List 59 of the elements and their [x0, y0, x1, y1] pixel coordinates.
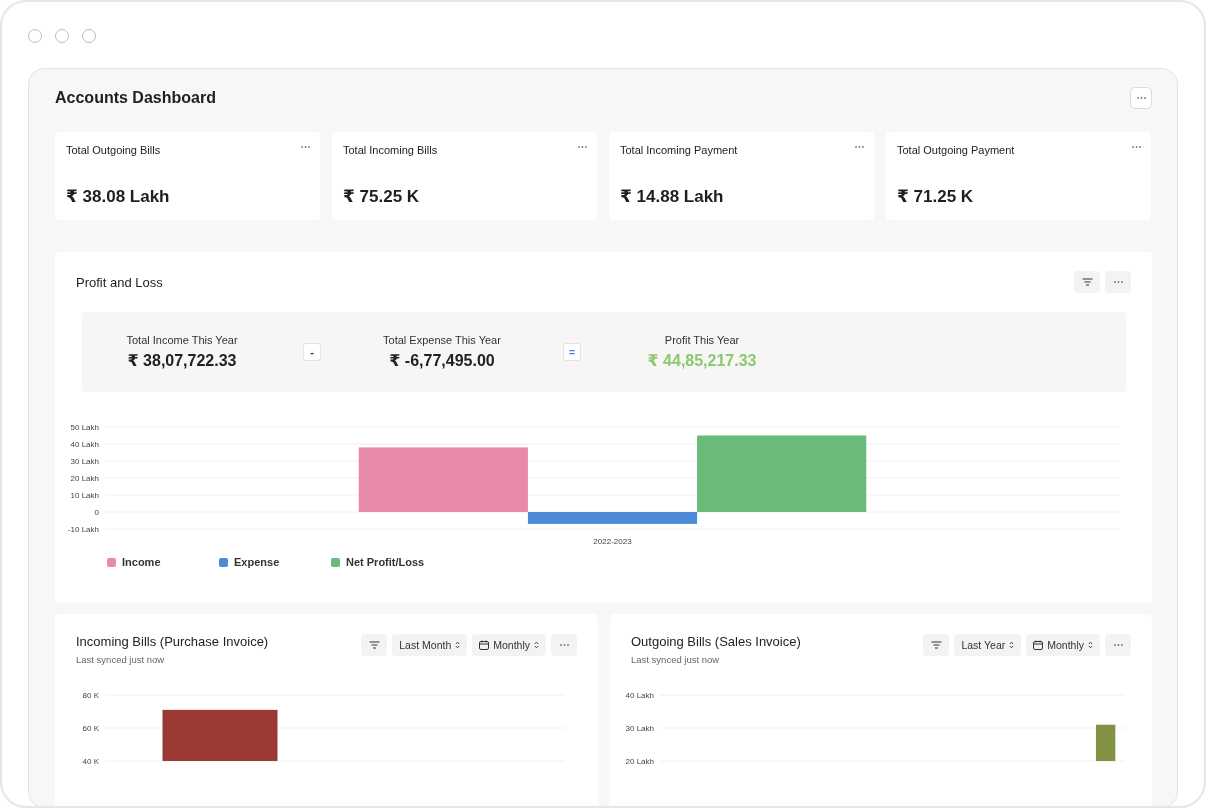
figure-value: ₹ 38,07,722.33 — [127, 351, 237, 370]
sort-icon — [1088, 641, 1093, 649]
more-button[interactable] — [855, 144, 864, 150]
filter-button[interactable] — [1074, 271, 1100, 293]
operator-sign: = — [563, 343, 581, 361]
axis-label: 50 Lakh — [70, 423, 99, 432]
legend-label: Net Profit/Loss — [346, 556, 425, 568]
figure-label: Profit This Year — [664, 334, 740, 346]
filter-icon — [368, 641, 380, 649]
sort-icon — [1009, 641, 1015, 649]
card-label: Total Incoming Bills — [343, 144, 438, 157]
calendar-icon — [479, 640, 490, 650]
section-title: Profit and Loss — [76, 274, 163, 290]
card-label: Total Outgoing Bills — [66, 144, 161, 157]
period-select[interactable]: Last Month — [392, 634, 468, 656]
sort-icon — [455, 641, 461, 649]
axis-label: 20 Lakh — [625, 757, 654, 766]
figure-value: ₹ -6,77,495.00 — [389, 351, 495, 370]
legend-label: Expense — [234, 556, 280, 568]
figure-value: ₹ 44,85,217.33 — [647, 351, 757, 370]
axis-label: 30 Lakh — [70, 457, 99, 466]
axis-label: 40 K — [82, 757, 99, 766]
filter-button[interactable] — [923, 634, 950, 656]
card-value: ₹ 75.25 K — [343, 186, 421, 207]
period-select[interactable]: Last Year — [954, 634, 1022, 656]
period-select[interactable]: Monthly — [472, 634, 546, 656]
more-button[interactable] — [301, 144, 310, 150]
axis-label: 0 — [94, 508, 99, 517]
filter-button[interactable] — [361, 634, 388, 656]
axis-label: 40 Lakh — [70, 440, 99, 449]
figure-label: Total Expense This Year — [383, 334, 501, 346]
panel-title: Incoming Bills (Purchase Invoice) — [76, 634, 269, 649]
filter-icon — [930, 641, 942, 649]
card-label: Total Outgoing Payment — [897, 144, 1015, 157]
operator-sign: - — [303, 343, 321, 361]
sync-status: Last synced just now — [631, 654, 721, 665]
more-button[interactable] — [1132, 144, 1141, 150]
axis-label: -10 Lakh — [67, 525, 99, 534]
axis-label: 40 Lakh — [625, 691, 654, 700]
sort-icon — [534, 641, 539, 649]
card-label: Total Incoming Payment — [620, 144, 738, 157]
axis-label: 2022-2023 — [593, 537, 632, 546]
filter-icon — [1081, 278, 1093, 286]
axis-label: 60 K — [82, 724, 99, 733]
card-value: ₹ 38.08 Lakh — [66, 186, 171, 207]
figure-label: Total Income This Year — [126, 334, 238, 346]
dashboard-title: Accounts Dashboard — [55, 89, 216, 107]
card-value: ₹ 14.88 Lakh — [620, 186, 725, 207]
panel-title: Outgoing Bills (Sales Invoice) — [631, 634, 801, 649]
calendar-icon — [1033, 640, 1044, 650]
axis-label: 10 Lakh — [70, 491, 99, 500]
more-button[interactable] — [578, 144, 587, 150]
axis-label: 30 Lakh — [625, 724, 654, 733]
card-value: ₹ 71.25 K — [897, 186, 975, 207]
sync-status: Last synced just now — [76, 654, 166, 665]
axis-label: 20 Lakh — [70, 474, 99, 483]
legend-label: Income — [122, 556, 161, 568]
period-select[interactable]: Monthly — [1026, 634, 1100, 656]
axis-label: 80 K — [82, 691, 99, 700]
